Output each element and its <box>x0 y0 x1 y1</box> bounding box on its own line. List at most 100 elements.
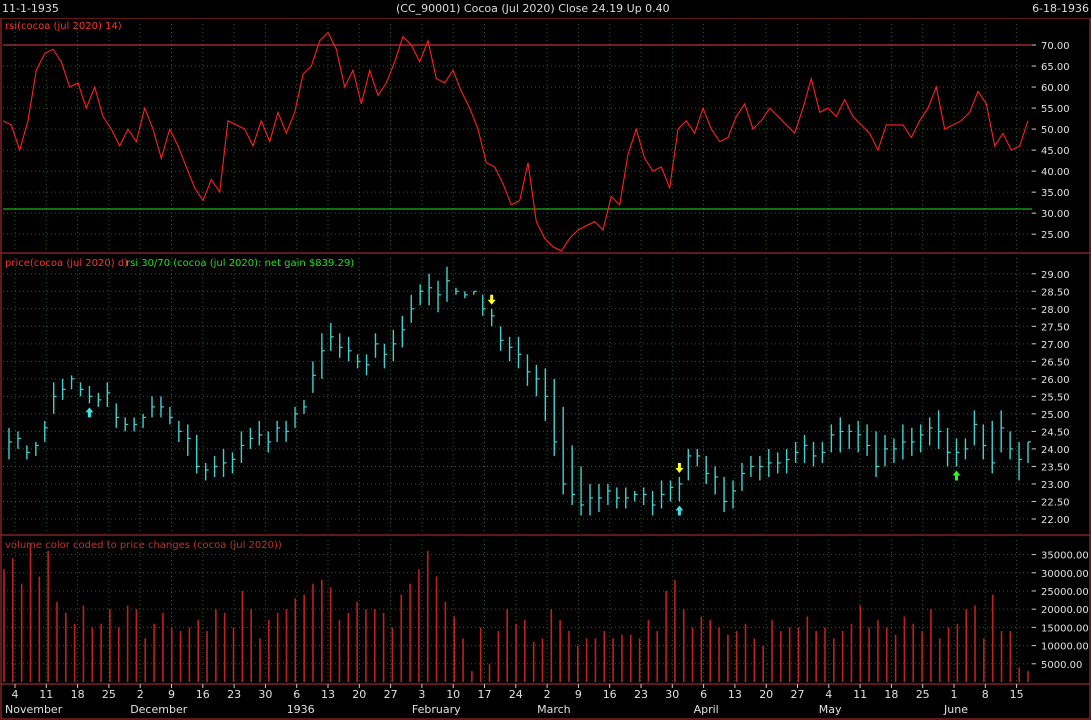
y-tick-label: 23.50 <box>1041 462 1070 473</box>
price-bar <box>178 420 182 442</box>
price-grid <box>3 258 1032 533</box>
price-bar <box>955 438 960 467</box>
price-bar <box>374 333 379 358</box>
price-bar <box>410 294 415 323</box>
price-bar <box>490 308 495 327</box>
y-tick-label: 26.00 <box>1041 375 1070 386</box>
price-bar <box>61 378 66 400</box>
price-bar <box>911 427 915 456</box>
price-bar <box>812 441 817 467</box>
price-bar <box>884 434 888 467</box>
price-bar <box>857 420 862 453</box>
x-tick-label: 10 <box>446 688 460 701</box>
x-month-label: April <box>694 703 719 716</box>
buy-signal-arrow <box>675 505 684 516</box>
price-bar <box>759 455 763 481</box>
header-bar: 11-1-1935 (CC_90001) Cocoa (Jul 2020) Cl… <box>0 0 1091 18</box>
price-bar <box>124 417 129 432</box>
price-bar <box>839 417 844 453</box>
price-bar <box>705 455 710 484</box>
y-tick-label: 22.00 <box>1041 515 1070 526</box>
price-bar <box>723 476 728 512</box>
volume-panel: 35000.00 30000.00 25000.00 20000.00 15000.00… <box>3 540 1089 682</box>
price-bar <box>196 434 200 474</box>
y-tick-label: 60.00 <box>1041 83 1070 94</box>
y-tick-label: 25000.00 <box>1041 587 1089 598</box>
price-bar <box>902 424 906 460</box>
price-bar <box>517 336 522 369</box>
price-bar <box>428 273 433 306</box>
x-tick-label: 2 <box>544 688 551 701</box>
y-tick-label: 15000.00 <box>1041 623 1089 634</box>
price-bar <box>973 410 978 446</box>
price-bar <box>553 378 558 456</box>
x-tick-label: 9 <box>168 688 175 701</box>
price-bar <box>893 438 897 463</box>
price-bar <box>473 290 477 295</box>
x-tick-label: 15 <box>1010 688 1024 701</box>
x-tick-label: 17 <box>478 688 492 701</box>
x-month-label: December <box>130 703 188 716</box>
x-tick-label: 6 <box>293 688 300 701</box>
price-bar <box>1027 441 1031 463</box>
price-bar <box>1009 431 1014 460</box>
y-tick-label: 55.00 <box>1041 104 1070 115</box>
y-tick-label: 25.00 <box>1041 230 1070 241</box>
x-tick-label: 24 <box>509 688 523 701</box>
price-bar <box>464 291 468 299</box>
x-tick-label: 4 <box>12 688 19 701</box>
price-bar <box>133 417 138 432</box>
x-tick-label: 11 <box>853 688 867 701</box>
price-bar <box>625 487 629 509</box>
price-bar <box>8 427 12 460</box>
price-bar <box>499 326 504 351</box>
x-axis: 4 11 18 25 2 9 16 23 30 6 13 20 27 3 10 17 24 2 9 16 23 30 6 13… <box>5 684 1024 716</box>
x-tick-label: 16 <box>196 688 210 701</box>
y-tick-label: 25.00 <box>1041 410 1070 421</box>
y-tick-label: 24.50 <box>1041 427 1070 438</box>
y-tick-label: 23.00 <box>1041 480 1070 491</box>
price-bar <box>750 455 754 477</box>
rsi-series-line <box>2 31 1029 252</box>
y-tick-label: 70.00 <box>1041 41 1070 52</box>
x-tick-label: 16 <box>603 688 617 701</box>
x-tick-label: 13 <box>321 688 335 701</box>
price-bar <box>187 424 191 456</box>
price-bar <box>785 448 790 474</box>
price-bar <box>312 361 316 393</box>
sell-signal-arrow <box>675 462 684 473</box>
x-tick-label: 9 <box>575 688 582 701</box>
price-bar <box>508 336 513 362</box>
x-tick-label: 25 <box>102 688 116 701</box>
price-bar <box>598 483 602 512</box>
x-tick-label: 23 <box>227 688 241 701</box>
price-bar <box>946 427 951 467</box>
price-bar <box>651 490 656 516</box>
price-bar <box>571 445 576 505</box>
sell-signal-arrow <box>487 294 496 305</box>
x-tick-label: 1 <box>951 688 958 701</box>
x-tick-label: 4 <box>825 688 832 701</box>
price-bar <box>26 445 30 460</box>
volume-panel-title: volume color coded to price changes (coc… <box>5 540 282 551</box>
y-tick-label: 27.50 <box>1041 322 1070 333</box>
y-tick-label: 30000.00 <box>1041 569 1089 580</box>
price-bar <box>142 413 147 428</box>
price-bar <box>401 315 406 348</box>
y-tick-label: 25.50 <box>1041 392 1070 403</box>
price-bar <box>303 399 307 414</box>
price-bar <box>642 487 647 505</box>
price-bar <box>678 476 683 502</box>
price-bar <box>321 333 325 379</box>
y-tick-label: 28.50 <box>1041 287 1070 298</box>
start-date: 11-1-1935 <box>2 2 59 15</box>
price-bar <box>714 466 719 495</box>
rsi-panel: 70.00 65.00 60.00 55.00 50.00 45.00 40.00 35.00… <box>2 21 1070 252</box>
price-bar <box>1018 441 1023 481</box>
price-bar <box>634 490 638 502</box>
y-tick-label: 30.00 <box>1041 209 1070 220</box>
y-tick-label: 65.00 <box>1041 62 1070 73</box>
price-bar <box>52 382 57 414</box>
price-bar <box>589 483 594 516</box>
price-bar <box>70 375 75 390</box>
